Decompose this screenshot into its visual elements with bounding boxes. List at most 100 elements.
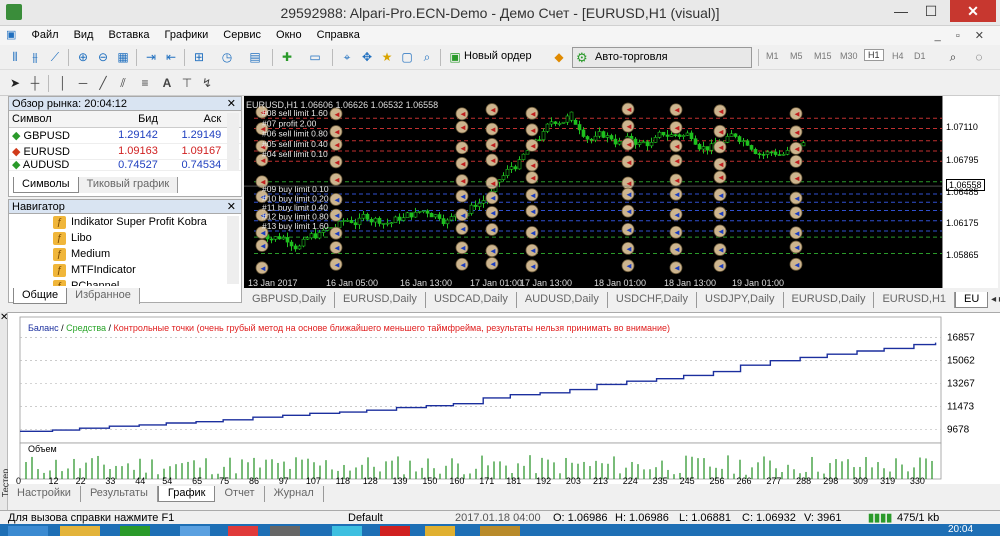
- table-row[interactable]: ◆ EURUSD 1.09163 1.09167 4: [9, 143, 241, 160]
- order-marker[interactable]: ◄: [669, 242, 683, 256]
- tf-h1[interactable]: H1: [864, 49, 884, 61]
- tester-tab[interactable]: Журнал: [264, 486, 324, 502]
- tf-m15[interactable]: M15: [814, 51, 832, 61]
- candles-icon[interactable]: ⫵: [26, 48, 44, 66]
- order-marker[interactable]: ◄: [669, 139, 683, 153]
- order-marker[interactable]: ◄: [621, 222, 635, 236]
- order-marker[interactable]: ◄: [789, 154, 803, 168]
- taskbar-app-terminal[interactable]: [120, 526, 150, 536]
- tester-tab[interactable]: Настройки: [8, 486, 81, 502]
- navigator-item[interactable]: ƒ PChannel: [53, 280, 119, 286]
- order-marker[interactable]: ◄: [669, 207, 683, 221]
- order-marker[interactable]: ◄: [455, 241, 469, 255]
- navigator-item[interactable]: ƒ Libo: [53, 232, 92, 248]
- order-marker[interactable]: ◄: [329, 226, 343, 240]
- order-marker[interactable]: ◄: [485, 206, 499, 219]
- tf-m30[interactable]: M30: [840, 51, 858, 61]
- search-icon[interactable]: ⌕: [944, 48, 962, 66]
- tester-tab[interactable]: График: [157, 486, 216, 502]
- vertical-line-icon[interactable]: │: [54, 74, 72, 92]
- order-marker[interactable]: ◄: [329, 137, 343, 151]
- taskbar-app-browser[interactable]: [180, 526, 210, 536]
- order-marker[interactable]: ◄: [713, 104, 727, 118]
- order-marker[interactable]: ◄: [621, 176, 635, 190]
- order-marker[interactable]: ◄: [485, 176, 499, 190]
- order-marker[interactable]: ◄: [621, 259, 635, 273]
- order-marker[interactable]: ◄: [713, 188, 727, 202]
- close-icon[interactable]: ✕: [950, 0, 996, 22]
- data-window-icon[interactable]: ✥: [358, 48, 376, 66]
- indicators-icon[interactable]: ⊞: [190, 48, 208, 66]
- order-marker[interactable]: ◄: [329, 155, 343, 169]
- navigator-item[interactable]: ƒ Medium: [53, 248, 110, 264]
- order-marker[interactable]: ◄: [525, 158, 539, 172]
- order-marker[interactable]: ◄: [525, 259, 539, 273]
- chart-tab[interactable]: USDJPY,Daily: [697, 292, 784, 308]
- order-marker[interactable]: ◄: [485, 191, 499, 205]
- order-marker[interactable]: ◄: [669, 225, 683, 239]
- order-marker[interactable]: ◄: [525, 171, 539, 184]
- cursor-icon[interactable]: ➤: [6, 74, 24, 92]
- order-marker[interactable]: ◄: [455, 120, 469, 134]
- text-tool-icon[interactable]: A: [158, 74, 176, 92]
- text-label-icon[interactable]: ⊤: [178, 74, 196, 92]
- order-marker[interactable]: ◄: [669, 261, 683, 275]
- order-marker[interactable]: ◄: [455, 222, 469, 235]
- order-marker[interactable]: ◄: [485, 257, 499, 270]
- order-marker[interactable]: ◄: [525, 226, 539, 239]
- order-marker[interactable]: ◄: [789, 206, 803, 220]
- order-marker[interactable]: ◄: [713, 170, 727, 184]
- order-marker[interactable]: ◄: [525, 188, 539, 202]
- taskbar-app-window[interactable]: [270, 526, 300, 536]
- market-watch-scrollbar[interactable]: [227, 113, 239, 171]
- order-marker[interactable]: ◄: [789, 107, 803, 121]
- menu-tools[interactable]: Сервис: [217, 27, 267, 41]
- order-marker[interactable]: ◄: [525, 243, 539, 257]
- order-marker[interactable]: ◄: [455, 174, 469, 187]
- order-marker[interactable]: ◄: [789, 191, 803, 205]
- col-symbol[interactable]: Символ: [9, 111, 98, 128]
- order-marker[interactable]: ◄: [455, 107, 469, 121]
- order-marker[interactable]: ◄: [713, 224, 727, 238]
- fibonacci-icon[interactable]: ≡: [136, 74, 154, 92]
- order-marker[interactable]: ◄: [713, 206, 727, 220]
- order-marker[interactable]: ◄: [713, 157, 727, 171]
- periods-icon[interactable]: ◷: [218, 48, 236, 66]
- order-marker[interactable]: ◄: [525, 138, 539, 152]
- templates-icon[interactable]: ▤: [246, 48, 264, 66]
- autoscroll-icon[interactable]: ⇥: [142, 48, 160, 66]
- order-marker[interactable]: ◄: [789, 141, 803, 155]
- order-marker[interactable]: ◄: [525, 204, 539, 218]
- tester-icon[interactable]: ⌕: [418, 48, 436, 66]
- menu-charts[interactable]: Графики: [159, 27, 215, 41]
- order-marker[interactable]: ◄: [621, 119, 635, 133]
- minimize-icon[interactable]: —: [886, 0, 916, 22]
- chart-tab[interactable]: GBPUSD,Daily: [244, 292, 335, 308]
- order-marker[interactable]: ◄: [713, 259, 727, 272]
- horizontal-line-icon[interactable]: ─: [74, 74, 92, 92]
- order-marker[interactable]: ◄: [455, 208, 469, 222]
- tile-windows-icon[interactable]: ▦: [114, 48, 132, 66]
- order-marker[interactable]: ◄: [669, 121, 683, 134]
- new-chart-icon[interactable]: ✚: [278, 48, 296, 66]
- navigator-item[interactable]: ƒ Indikator Super Profit Kobra: [53, 216, 207, 232]
- start-button[interactable]: [8, 526, 48, 536]
- panel-close-icon[interactable]: ✕: [227, 201, 236, 214]
- tester-tab[interactable]: Результаты: [80, 486, 158, 502]
- menu-insert[interactable]: Вставка: [103, 27, 156, 41]
- tf-d1[interactable]: D1: [914, 51, 926, 61]
- table-row[interactable]: ◆ AUDUSD 0.74527 0.74534 7: [9, 159, 241, 171]
- tab-scroll-icon[interactable]: ◂ ▸: [988, 294, 1000, 305]
- new-order-button[interactable]: Новый ордер: [464, 50, 532, 62]
- crosshair-icon[interactable]: ┼: [26, 74, 44, 92]
- table-row[interactable]: ◆ GBPUSD 1.29142 1.29149 7: [9, 127, 241, 144]
- menu-file[interactable]: Файл: [25, 27, 64, 41]
- zoom-in-icon[interactable]: ⊕: [74, 48, 92, 66]
- chart-shift-icon[interactable]: ⇤: [162, 48, 180, 66]
- taskbar-app-other[interactable]: [480, 526, 520, 536]
- order-marker[interactable]: ◄: [669, 187, 683, 201]
- zoom-out-icon[interactable]: ⊖: [94, 48, 112, 66]
- order-marker[interactable]: ◄: [669, 154, 683, 167]
- tf-h4[interactable]: H4: [892, 51, 904, 61]
- order-marker[interactable]: ◄: [485, 122, 499, 136]
